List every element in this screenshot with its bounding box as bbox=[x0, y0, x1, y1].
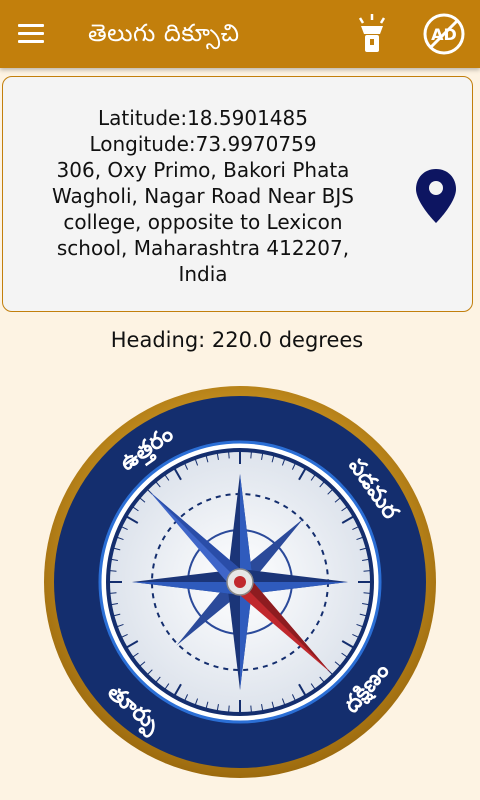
location-text: Latitude:18.5901485 Longitude:73.9970759… bbox=[23, 105, 383, 287]
flashlight-icon[interactable] bbox=[350, 12, 394, 56]
heading-readout: Heading: 220.0 degrees bbox=[110, 328, 364, 352]
app-title: తెలుగు దిక్సూచి bbox=[88, 19, 240, 47]
dial-tick bbox=[108, 592, 117, 595]
address-line: India bbox=[178, 262, 228, 286]
address-line: college, opposite to Lexicon bbox=[63, 210, 343, 234]
dial-tick bbox=[227, 705, 230, 714]
dial-tick bbox=[363, 592, 372, 595]
dial-tick bbox=[227, 450, 230, 459]
dial-tick bbox=[250, 450, 253, 459]
dial-tick bbox=[250, 705, 253, 714]
app-bar: తెలుగు దిక్సూచి AD bbox=[0, 0, 480, 68]
compass-dial: ఉత్తరం పడమర తూర్పు దక్షిణం bbox=[40, 382, 440, 782]
hamburger-menu-icon[interactable] bbox=[14, 18, 50, 50]
address-line: school, Maharashtra 412207, bbox=[56, 236, 350, 260]
no-ads-icon[interactable]: AD bbox=[420, 10, 468, 58]
longitude-text: Longitude:73.9970759 bbox=[89, 132, 317, 156]
latitude-text: Latitude:18.5901485 bbox=[98, 106, 308, 130]
address-line: 306, Oxy Primo, Bakori Phata bbox=[56, 158, 350, 182]
location-card: Latitude:18.5901485 Longitude:73.9970759… bbox=[2, 76, 473, 312]
location-pin-icon[interactable] bbox=[413, 167, 459, 225]
dial-tick bbox=[108, 569, 117, 572]
dial-tick bbox=[363, 569, 372, 572]
address-line: Wagholi, Nagar Road Near BJS bbox=[52, 184, 354, 208]
